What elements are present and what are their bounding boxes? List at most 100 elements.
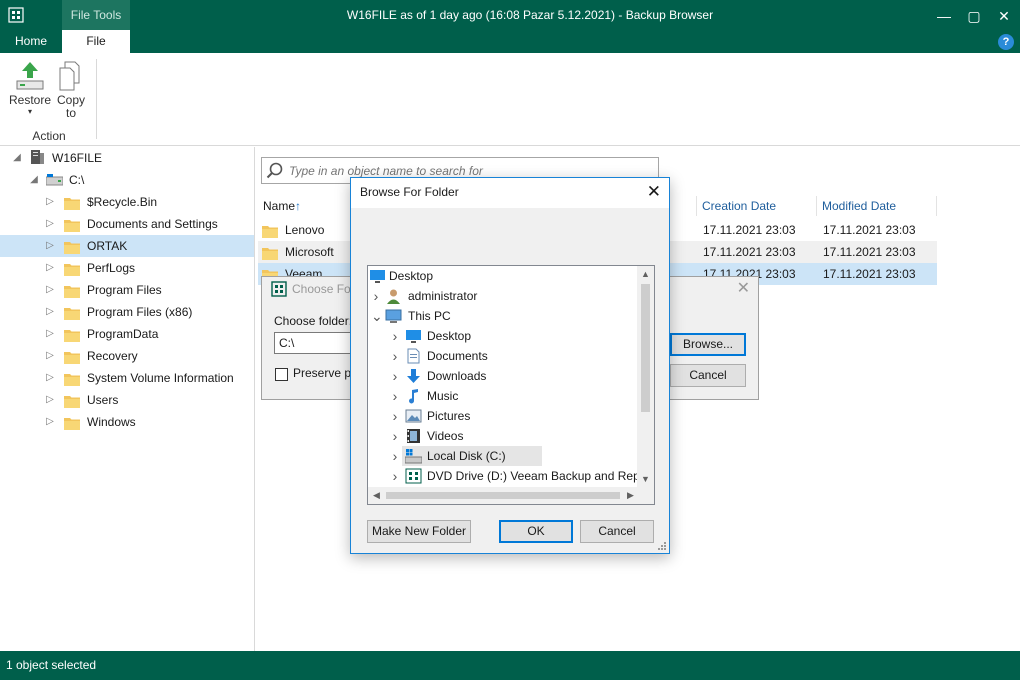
expand-chevron-icon[interactable]: › xyxy=(390,406,400,426)
browse-button[interactable]: Browse... xyxy=(670,333,746,356)
tree-item-drive[interactable]: ◢ C:\ xyxy=(0,169,254,191)
folder-tree-label: administrator xyxy=(408,289,478,303)
collapse-chevron-icon[interactable]: ◢ xyxy=(12,147,22,169)
tree-item-folder[interactable]: ▷ Documents and Settings xyxy=(0,213,254,235)
close-icon[interactable]: ✕ xyxy=(647,178,661,206)
make-new-folder-button[interactable]: Make New Folder xyxy=(367,520,471,543)
tab-home[interactable]: Home xyxy=(0,30,62,53)
file-name: Microsoft xyxy=(285,245,334,259)
tree-item-folder[interactable]: ▷ Windows xyxy=(0,411,254,433)
expand-chevron-icon[interactable]: ▷ xyxy=(45,301,55,323)
ok-button[interactable]: OK xyxy=(499,520,573,543)
folder-tree-item[interactable]: › Desktop xyxy=(368,326,636,346)
folder-tree[interactable]: Desktop › administrator ⌄ This PC › Desktop › Do… xyxy=(367,265,655,505)
expand-chevron-icon[interactable]: ▷ xyxy=(45,191,55,213)
horizontal-scrollbar[interactable]: ◀ ▶ xyxy=(368,487,639,504)
music-icon xyxy=(405,388,422,404)
folder-tree-item[interactable]: › Local Disk (C:) xyxy=(393,446,542,466)
help-icon[interactable]: ? xyxy=(998,34,1014,50)
minimize-button[interactable]: — xyxy=(934,6,954,26)
tree-item-folder[interactable]: ▷ $Recycle.Bin xyxy=(0,191,254,213)
folder-icon xyxy=(64,371,80,386)
folder-icon xyxy=(262,223,278,238)
tree-item-server[interactable]: ◢ W16FILE xyxy=(0,147,254,169)
expand-chevron-icon[interactable]: ▷ xyxy=(45,411,55,433)
scrollbar-thumb[interactable] xyxy=(641,284,650,412)
folder-tree-label: Music xyxy=(427,389,459,403)
user-icon xyxy=(385,288,402,304)
choose-cancel-button[interactable]: Cancel xyxy=(670,364,746,387)
tree-item-folder[interactable]: ▷ ProgramData xyxy=(0,323,254,345)
folder-tree-item[interactable]: › DVD Drive (D:) Veeam Backup and Replic xyxy=(368,466,651,486)
tree-label-server: W16FILE xyxy=(52,151,103,165)
ribbon: Restore ▾ Copy to Action xyxy=(0,53,1020,146)
expand-chevron-icon[interactable]: › xyxy=(371,286,381,306)
folder-icon xyxy=(64,283,80,298)
pictures-icon xyxy=(405,408,422,424)
resize-grip-icon[interactable] xyxy=(657,541,667,551)
column-separator[interactable] xyxy=(696,196,697,216)
vertical-scrollbar[interactable]: ▲ ▼ xyxy=(637,266,654,488)
tree-item-folder[interactable]: ▷ Program Files xyxy=(0,279,254,301)
folder-tree-label: Desktop xyxy=(389,269,434,283)
cancel-button[interactable]: Cancel xyxy=(580,520,654,543)
expand-chevron-icon[interactable]: ▷ xyxy=(45,279,55,301)
tree-item-folder[interactable]: ▷ PerfLogs xyxy=(0,257,254,279)
folder-tree-item[interactable]: › Pictures xyxy=(368,406,636,426)
tree-folder-label: Program Files (x86) xyxy=(87,305,193,319)
close-icon[interactable]: ✕ xyxy=(737,277,750,301)
folder-tree-item[interactable]: › Music xyxy=(368,386,636,406)
expand-chevron-icon[interactable]: ▷ xyxy=(45,323,55,345)
tree-folder-label: $Recycle.Bin xyxy=(87,195,158,209)
close-button[interactable]: ✕ xyxy=(994,6,1014,26)
tree-folder-label: System Volume Information xyxy=(87,371,234,385)
tree-item-folder[interactable]: ▷ Recovery xyxy=(0,345,254,367)
restore-icon xyxy=(16,62,44,90)
expand-chevron-icon[interactable]: ▷ xyxy=(45,235,55,257)
expand-chevron-icon[interactable]: ▷ xyxy=(45,257,55,279)
expand-chevron-icon[interactable]: › xyxy=(390,466,400,486)
tree-item-folder[interactable]: ▷ Program Files (x86) xyxy=(0,301,254,323)
folder-tree-item[interactable]: Desktop xyxy=(368,266,636,286)
collapse-chevron-icon[interactable]: ⌄ xyxy=(371,306,383,326)
folder-tree-item[interactable]: › Documents xyxy=(368,346,636,366)
expand-chevron-icon[interactable]: ▷ xyxy=(45,367,55,389)
folder-tree-item[interactable]: › Videos xyxy=(368,426,636,446)
tree-item-folder[interactable]: ▷ ORTAK xyxy=(0,235,254,257)
expand-chevron-icon[interactable]: ▷ xyxy=(45,389,55,411)
tree-item-folder[interactable]: ▷ System Volume Information xyxy=(0,367,254,389)
restore-button[interactable]: Restore ▾ xyxy=(8,61,52,116)
scrollbar-thumb[interactable] xyxy=(386,492,620,499)
column-header-modified-date[interactable]: Modified Date xyxy=(822,196,896,216)
tree-folder-label: Users xyxy=(87,393,119,407)
expand-chevron-icon[interactable]: › xyxy=(390,386,400,406)
column-separator[interactable] xyxy=(816,196,817,216)
folder-tree-item[interactable]: › administrator xyxy=(368,286,636,306)
folder-tree-item[interactable]: › Downloads xyxy=(368,366,636,386)
expand-chevron-icon[interactable]: › xyxy=(390,326,400,346)
expand-chevron-icon[interactable]: › xyxy=(390,426,400,446)
expand-chevron-icon[interactable]: › xyxy=(390,446,400,466)
scroll-up-icon[interactable]: ▲ xyxy=(637,266,654,283)
maximize-button[interactable]: ▢ xyxy=(964,6,984,26)
column-header-name[interactable]: Name↑ xyxy=(263,196,301,216)
column-header-creation-date[interactable]: Creation Date xyxy=(702,196,776,216)
folder-tree-label: Videos xyxy=(427,429,464,443)
copy-to-button[interactable]: Copy to xyxy=(52,61,90,120)
column-separator[interactable] xyxy=(936,196,937,216)
scroll-left-icon[interactable]: ◀ xyxy=(368,487,385,504)
folder-tree-label: Downloads xyxy=(427,369,487,383)
preserve-permissions-checkbox[interactable] xyxy=(275,368,288,381)
folder-tree-item[interactable]: ⌄ This PC xyxy=(368,306,636,326)
expand-chevron-icon[interactable]: ▷ xyxy=(45,213,55,235)
tab-file[interactable]: File xyxy=(62,30,130,53)
scroll-down-icon[interactable]: ▼ xyxy=(637,471,654,488)
tree-item-folder[interactable]: ▷ Users xyxy=(0,389,254,411)
expand-chevron-icon[interactable]: › xyxy=(390,346,400,366)
expand-chevron-icon[interactable]: ▷ xyxy=(45,345,55,367)
expand-chevron-icon[interactable]: › xyxy=(390,366,400,386)
tree-folder-label: Documents and Settings xyxy=(87,217,218,231)
collapse-chevron-icon[interactable]: ◢ xyxy=(29,169,39,191)
window-title: W16FILE as of 1 day ago (16:08 Pazar 5.1… xyxy=(346,8,714,22)
server-icon xyxy=(31,150,44,164)
